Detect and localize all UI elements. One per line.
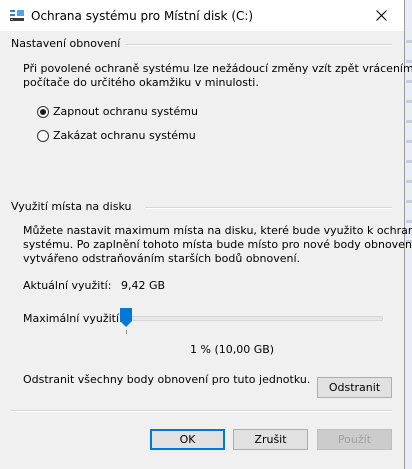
group-separator [145, 207, 392, 209]
slider-tick [126, 330, 127, 334]
background-line [406, 160, 412, 163]
disk-usage-description-line2: systému. Po zaplnění tohoto místa bude m… [23, 238, 412, 251]
restore-description-line1: Při povolené ochraně systému lze nežádou… [23, 62, 412, 75]
max-usage-slider-track[interactable] [127, 316, 383, 321]
max-usage-value: 1 % (10,00 GB) [190, 343, 275, 356]
current-usage-label: Aktuální využití: [23, 279, 112, 292]
background-line [406, 220, 412, 223]
disable-protection-label[interactable]: Zakázat ochranu systému [53, 129, 196, 143]
footer-separator [11, 410, 392, 412]
system-protection-dialog: Ochrana systému pro Místní disk (C:) Nas… [0, 0, 412, 469]
enable-protection-radio[interactable] [37, 106, 49, 118]
radio-selected-dot [40, 109, 46, 115]
disk-usage-description-line1: Můžete nastavit maximum místa na disku, … [23, 224, 412, 237]
system-protection-icon [10, 10, 24, 21]
close-button[interactable] [358, 0, 404, 31]
disk-usage-heading: Využití místa na disku [11, 200, 138, 213]
current-usage-value: 9,42 GB [121, 279, 166, 292]
title-bar: Ochrana systému pro Místní disk (C:) [0, 0, 404, 31]
max-usage-slider-thumb[interactable] [120, 308, 132, 327]
delete-restore-points-text: Odstranit všechny body obnovení pro tuto… [23, 373, 311, 386]
close-icon [375, 10, 387, 21]
max-usage-label: Maximální využití: [23, 312, 123, 325]
restore-settings-heading: Nastavení obnovení [11, 37, 127, 50]
ok-button[interactable]: OK [150, 429, 225, 450]
disk-usage-description-line3: vytvářeno odstraňováním starších bodů ob… [23, 252, 301, 265]
background-line [406, 140, 412, 143]
background-line [406, 80, 412, 83]
background-line [406, 180, 412, 183]
apply-button[interactable]: Použít [317, 429, 392, 450]
disable-protection-radio[interactable] [37, 130, 49, 142]
background-line [406, 120, 412, 123]
group-separator [120, 44, 392, 46]
background-line [406, 200, 412, 203]
delete-button[interactable]: Odstranit [317, 377, 392, 398]
enable-protection-label[interactable]: Zapnout ochranu systému [53, 105, 198, 119]
window-title: Ochrana systému pro Místní disk (C:) [31, 9, 254, 23]
restore-description-line2: počítače do určitého okamžiku v minulost… [23, 76, 259, 89]
background-line [406, 100, 412, 103]
background-line [406, 40, 412, 43]
cancel-button[interactable]: Zrušit [233, 429, 308, 450]
